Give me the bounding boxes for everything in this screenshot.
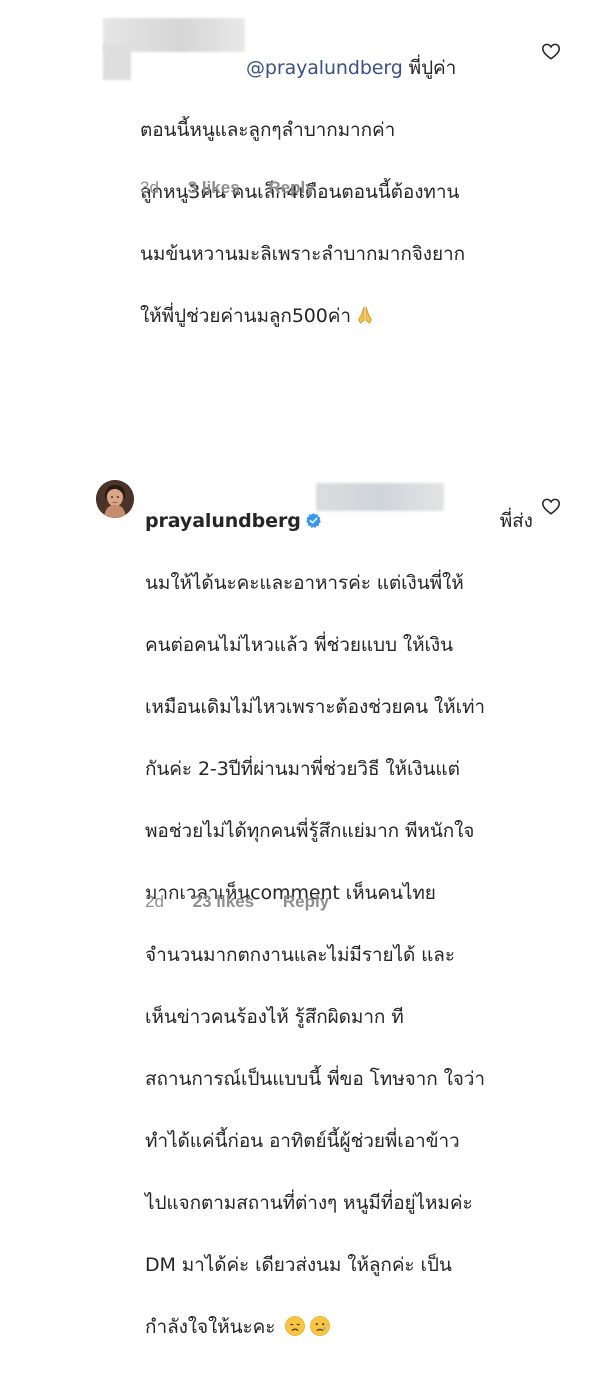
avatar-image: [96, 480, 134, 518]
mention-link[interactable]: @prayalundberg: [246, 57, 403, 79]
comment-2-line-7: จำนวนมากตกงานและไม่มีรายได้ และ: [145, 944, 455, 966]
heart-icon[interactable]: [540, 40, 562, 62]
comment-2-line-10: ทำได้แค่นี้ก่อน อาทิตย์นี้ผู้ช่วยพี่เอาข…: [145, 1130, 460, 1152]
comment-2-line-9: สถานการณ์เป็นแบบนี้ พี่ขอ โทษจาก ใจว่า: [145, 1068, 485, 1090]
avatar[interactable]: [96, 480, 134, 518]
comment-2-line-5: พอช่วยไม่ได้ทุกคนพี่รู้สึกแย่มาก พีหนักใ…: [145, 820, 475, 842]
comment-1: @prayalundberg พี่ปูค่า ตอนนี้หนูและลูกๆ…: [0, 0, 595, 327]
comment-1-line-1: ตอนนี้หนูและลูกๆลำบากมากค่า: [140, 119, 396, 141]
comment-1-likes[interactable]: 3 likes: [188, 178, 240, 197]
comment-2-line-0: พี่ส่ง: [499, 510, 533, 532]
comment-2-time: 2d: [145, 892, 164, 911]
verified-badge-icon: [305, 513, 321, 528]
username-link[interactable]: prayalundberg: [145, 510, 301, 532]
comment-1-time: 3d: [140, 178, 159, 197]
comment-2-line-11: ไปแจกตามสถานที่ต่างๆ หนูมีที่อยู่ไหมค่ะ: [145, 1192, 473, 1214]
crying-face-emoji: [310, 1316, 331, 1336]
comment-2-text: prayalundberg พี่ส่ง นมให้ได้นะคะและอาหา…: [145, 475, 545, 1374]
comment-1-line-0: พี่ปูค่า: [402, 57, 457, 79]
comment-2-reply-button[interactable]: Reply: [283, 892, 329, 911]
comment-2-line-1: นมให้ได้นะคะและอาหารค่ะ แต่เงินพี่ให้: [145, 572, 464, 594]
comment-1-reply-button[interactable]: Reply: [268, 178, 314, 197]
comment-2-line-13: กำลังใจให้นะคะ: [145, 1316, 276, 1338]
redacted-avatar: [103, 44, 131, 80]
disappointed-face-emoji: [285, 1316, 306, 1336]
comment-1-meta: 3d 3 likes Reply: [140, 178, 339, 198]
comment-2-line-4: กันค่ะ 2-3ปีที่ผ่านมาพี่ช่วยวิธี ให้เงิน…: [145, 758, 460, 780]
comment-2-likes[interactable]: 23 likes: [193, 892, 254, 911]
comment-2-line-3: เหมือนเดิมไม่ไหวเพราะต้องช่วยคน ให้เท่า: [145, 696, 485, 718]
comment-2-line-2: คนต่อคนไม่ไหวแล้ว พี่ช่วยแบบ ให้เงิน: [145, 634, 453, 656]
comment-2-meta: 2d 23 likes Reply: [145, 892, 353, 912]
comment-2-line-8: เห็นข่าวคนร้องไห้ รู้สึกผิดมาก ที: [145, 1006, 404, 1028]
heart-icon[interactable]: [540, 495, 562, 517]
comment-2-line-12: DM มาได้ค่ะ เดียวส่งนม ให้ลูกค่ะ เป็น: [145, 1254, 452, 1276]
comment-2: prayalundberg พี่ส่ง นมให้ได้นะคะและอาหา…: [0, 232, 595, 1338]
